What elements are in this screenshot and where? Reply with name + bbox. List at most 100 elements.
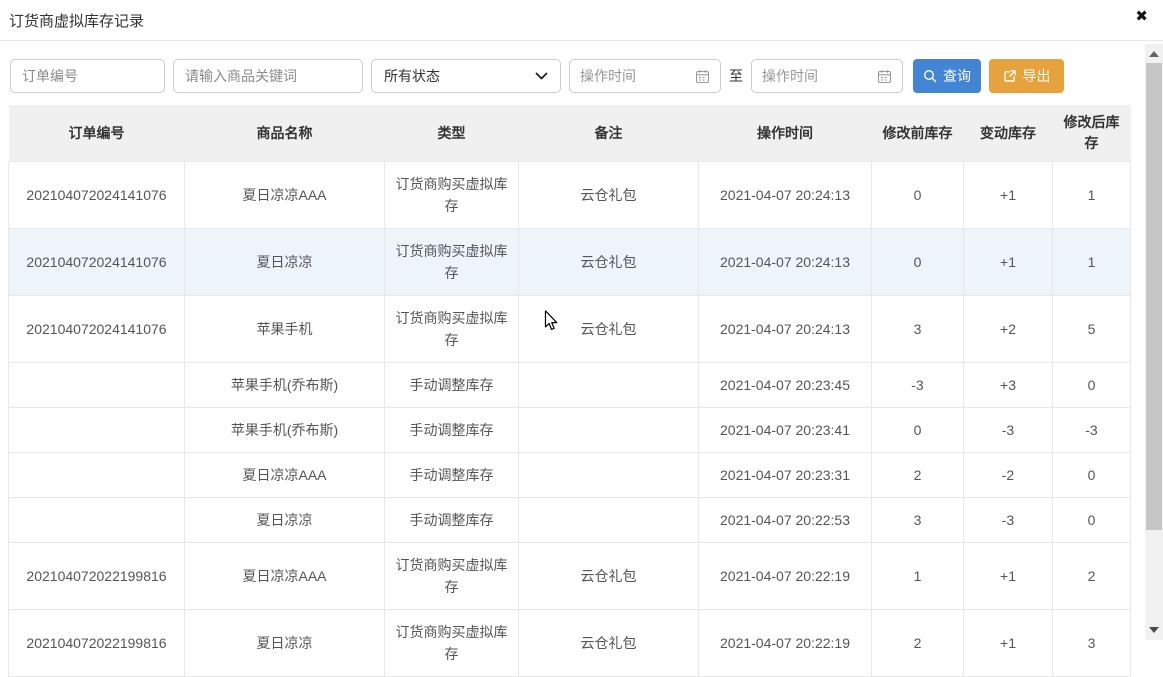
column-header: 商品名称: [185, 105, 385, 162]
search-button-label: 查询: [943, 66, 971, 86]
table-cell: 0: [1053, 498, 1131, 543]
table-cell: 3: [872, 498, 964, 543]
table-cell: 订货商购买虚拟库存: [385, 162, 519, 229]
table-cell: 2: [1053, 543, 1131, 610]
table-cell: 2021-04-07 20:24:13: [699, 162, 872, 229]
table-cell: 202104072022199816: [9, 543, 185, 610]
table-cell: -3: [964, 408, 1053, 453]
table-cell: 0: [1053, 453, 1131, 498]
table-header-row: 订单编号商品名称类型备注操作时间修改前库存变动库存修改后库存: [9, 105, 1131, 162]
scroll-up-arrow-icon[interactable]: [1149, 51, 1159, 57]
table-cell: 1: [1053, 162, 1131, 229]
chevron-down-icon: [535, 72, 548, 81]
order-number-input[interactable]: [10, 59, 165, 93]
table-cell: 苹果手机: [185, 296, 385, 363]
table-row: 夏日凉凉手动调整库存 2021-04-07 20:22:533-30: [9, 498, 1131, 543]
table-cell: 0: [872, 162, 964, 229]
table-body: 202104072024141076夏日凉凉AAA订货商购买虚拟库存云仓礼包20…: [9, 162, 1131, 677]
status-select-value: 所有状态: [384, 66, 440, 86]
table-cell: [9, 408, 185, 453]
table-cell: 0: [1053, 363, 1131, 408]
column-header: 操作时间: [699, 105, 872, 162]
table-cell: 2021-04-07 20:23:45: [699, 363, 872, 408]
table-row: 202104072022199816夏日凉凉AAA订货商购买虚拟库存云仓礼包20…: [9, 543, 1131, 610]
export-button-label: 导出: [1023, 66, 1051, 86]
table-cell: 苹果手机(乔布斯): [185, 363, 385, 408]
filter-bar: 所有状态 操作时间 至 操作时间: [10, 59, 1163, 93]
table-cell: [519, 498, 699, 543]
column-header: 修改后库存: [1053, 105, 1131, 162]
calendar-icon: [695, 69, 710, 84]
table-cell: 2: [872, 610, 964, 677]
table-cell: 2: [872, 453, 964, 498]
table-cell: 202104072024141076: [9, 229, 185, 296]
search-button[interactable]: 查询: [913, 59, 981, 93]
table-cell: -2: [964, 453, 1053, 498]
table-row: 202104072022199816夏日凉凉订货商购买虚拟库存云仓礼包2021-…: [9, 610, 1131, 677]
table-cell: +1: [964, 610, 1053, 677]
table-cell: 夏日凉凉: [185, 498, 385, 543]
table-cell: 0: [872, 229, 964, 296]
table-cell: 云仓礼包: [519, 229, 699, 296]
table-cell: 夏日凉凉: [185, 229, 385, 296]
table-cell: 手动调整库存: [385, 408, 519, 453]
table-row: 202104072024141076夏日凉凉AAA订货商购买虚拟库存云仓礼包20…: [9, 162, 1131, 229]
date-start-placeholder: 操作时间: [580, 66, 636, 86]
table-cell: 云仓礼包: [519, 162, 699, 229]
table-cell: 3: [1053, 610, 1131, 677]
table-row: 苹果手机(乔布斯)手动调整库存 2021-04-07 20:23:45-3+30: [9, 363, 1131, 408]
table-row: 苹果手机(乔布斯)手动调整库存2021-04-07 20:23:410-3-3: [9, 408, 1131, 453]
table-cell: 云仓礼包: [519, 543, 699, 610]
table-cell: 云仓礼包: [519, 296, 699, 363]
column-header: 类型: [385, 105, 519, 162]
table-cell: 2021-04-07 20:23:31: [699, 453, 872, 498]
date-range-to-label: 至: [729, 66, 743, 86]
scroll-down-arrow-icon[interactable]: [1149, 627, 1159, 633]
table-cell: +3: [964, 363, 1053, 408]
table-cell: 2021-04-07 20:22:19: [699, 543, 872, 610]
table-cell: [9, 498, 185, 543]
column-header: 变动库存: [964, 105, 1053, 162]
export-icon: [1003, 69, 1017, 83]
table-cell: [9, 453, 185, 498]
close-icon[interactable]: ✖: [1135, 9, 1148, 24]
table-cell: 2021-04-07 20:23:41: [699, 408, 872, 453]
table-row: 202104072024141076苹果手机订货商购买虚拟库存云仓礼包2021-…: [9, 296, 1131, 363]
scrollbar-thumb[interactable]: [1146, 63, 1162, 530]
inventory-records-table: 订单编号商品名称类型备注操作时间修改前库存变动库存修改后库存 202104072…: [8, 105, 1131, 677]
table-cell: [9, 363, 185, 408]
table-cell: 订货商购买虚拟库存: [385, 610, 519, 677]
table-cell: -3: [872, 363, 964, 408]
table-cell: 手动调整库存: [385, 363, 519, 408]
table-cell: +2: [964, 296, 1053, 363]
table-cell: 202104072024141076: [9, 296, 185, 363]
status-select[interactable]: 所有状态: [371, 59, 561, 93]
export-button[interactable]: 导出: [989, 59, 1064, 93]
table-cell: 2021-04-07 20:22:53: [699, 498, 872, 543]
page-title: 订货商虚拟库存记录: [9, 10, 144, 31]
vertical-scrollbar[interactable]: [1145, 44, 1163, 640]
table-cell: 3: [872, 296, 964, 363]
table-cell: -3: [1053, 408, 1131, 453]
table-cell: 1: [872, 543, 964, 610]
date-start-input[interactable]: 操作时间: [569, 59, 721, 93]
table-cell: [519, 363, 699, 408]
table-cell: +1: [964, 229, 1053, 296]
table-cell: 夏日凉凉AAA: [185, 543, 385, 610]
table-cell: [519, 408, 699, 453]
table-cell: 2021-04-07 20:22:19: [699, 610, 872, 677]
table-row: 夏日凉凉AAA手动调整库存2021-04-07 20:23:312-20: [9, 453, 1131, 498]
date-end-placeholder: 操作时间: [762, 66, 818, 86]
table-cell: 订货商购买虚拟库存: [385, 229, 519, 296]
table-cell: 手动调整库存: [385, 498, 519, 543]
product-keyword-input[interactable]: [173, 59, 363, 93]
date-end-input[interactable]: 操作时间: [751, 59, 903, 93]
table-cell: 1: [1053, 229, 1131, 296]
table-cell: 0: [872, 408, 964, 453]
table-cell: +1: [964, 543, 1053, 610]
column-header: 备注: [519, 105, 699, 162]
table-cell: 夏日凉凉: [185, 610, 385, 677]
table-cell: 订货商购买虚拟库存: [385, 543, 519, 610]
table-cell: -3: [964, 498, 1053, 543]
table-cell: 5: [1053, 296, 1131, 363]
